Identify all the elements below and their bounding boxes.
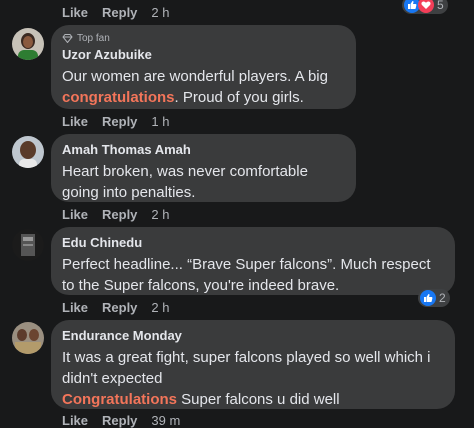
hashtag-highlight[interactable]: congratulations [62, 89, 175, 106]
hashtag-highlight[interactable]: Congratulations [62, 391, 177, 408]
comment-bubble: Amah Thomas Amah Heart broken, was never… [51, 134, 356, 202]
reply-link[interactable]: Reply [102, 207, 137, 222]
avatar[interactable] [12, 28, 44, 60]
comment-actions: Like Reply 2 h [62, 5, 170, 20]
timestamp[interactable]: 2 h [151, 5, 169, 20]
diamond-icon [62, 34, 73, 43]
reply-link[interactable]: Reply [102, 114, 137, 129]
reaction-summary[interactable]: 2 [418, 289, 450, 307]
comment-text: It was a great fight, super falcons play… [62, 349, 431, 408]
comment-text: Perfect headline... “Brave Super falcons… [62, 256, 431, 294]
love-reaction-icon [418, 0, 434, 13]
reply-link[interactable]: Reply [102, 5, 137, 20]
top-fan-badge: Top fan [62, 33, 345, 44]
comment-author[interactable]: Uzor Azubuike [62, 47, 345, 62]
comment-actions: Like Reply 2 h [62, 300, 170, 315]
comment-bubble: Endurance Monday It was a great fight, s… [51, 320, 455, 409]
comment-actions: Like Reply 2 h [62, 207, 170, 222]
comment-actions: Like Reply 1 h [62, 114, 170, 129]
timestamp[interactable]: 1 h [151, 114, 169, 129]
comment-text: Our women are wonderful players. A big c… [62, 68, 328, 106]
avatar[interactable] [12, 229, 44, 261]
reply-link[interactable]: Reply [102, 300, 137, 315]
like-link[interactable]: Like [62, 207, 88, 222]
comment-bubble: Edu Chinedu Perfect headline... “Brave S… [51, 227, 455, 295]
like-link[interactable]: Like [62, 300, 88, 315]
reaction-summary[interactable]: 5 [402, 0, 448, 14]
comment-bubble: Top fan Uzor Azubuike Our women are wond… [51, 25, 356, 109]
comment-text: Heart broken, was never comfortable goin… [62, 163, 308, 201]
like-link[interactable]: Like [62, 114, 88, 129]
timestamp[interactable]: 2 h [151, 300, 169, 315]
avatar[interactable] [12, 136, 44, 168]
avatar[interactable] [12, 322, 44, 354]
reaction-count: 5 [437, 0, 444, 12]
like-reaction-icon [420, 290, 436, 306]
like-link[interactable]: Like [62, 5, 88, 20]
timestamp[interactable]: 2 h [151, 207, 169, 222]
reaction-count: 2 [439, 291, 446, 305]
comment-author[interactable]: Amah Thomas Amah [62, 142, 345, 157]
comment-author[interactable]: Endurance Monday [62, 328, 444, 343]
comment-author[interactable]: Edu Chinedu [62, 235, 444, 250]
